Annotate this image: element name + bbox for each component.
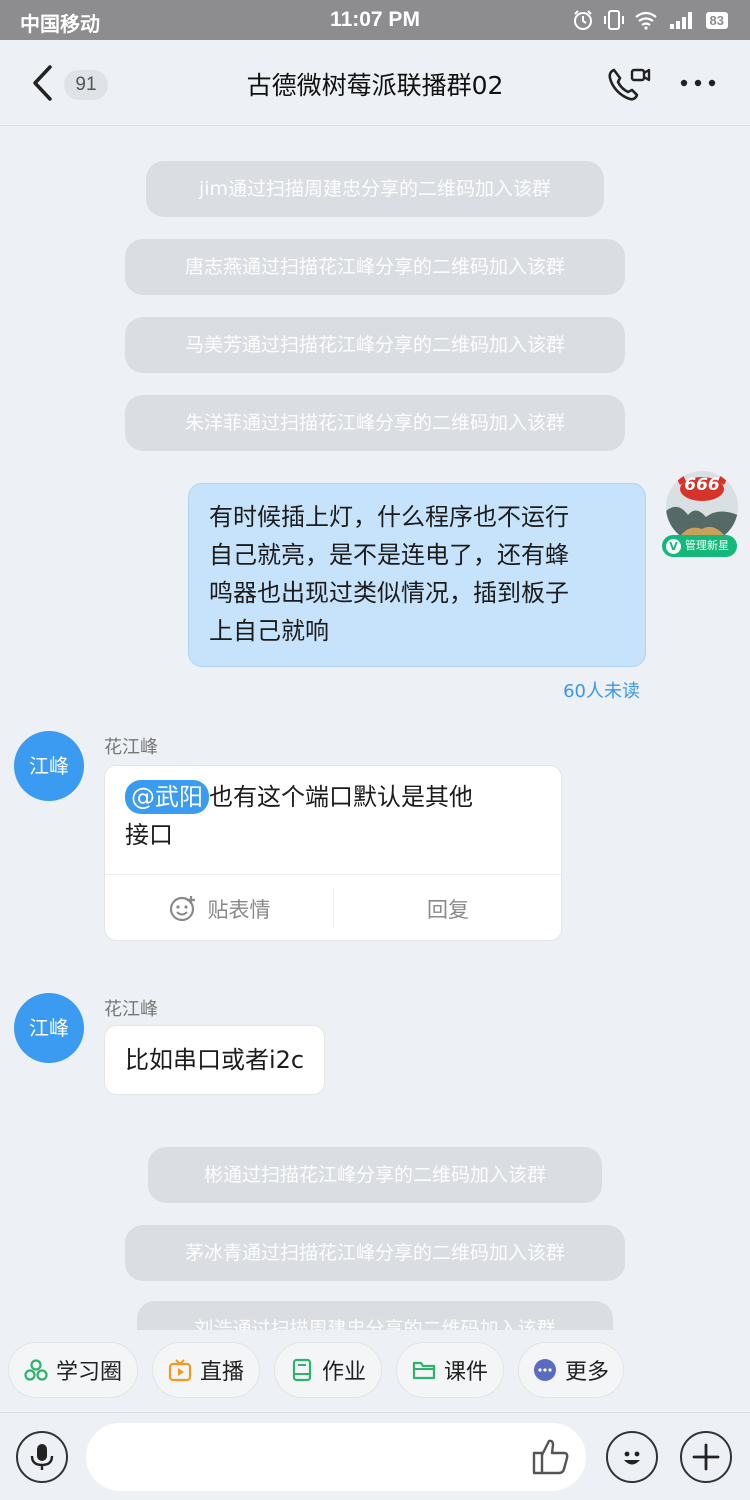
folder-icon (412, 1361, 436, 1380)
message-text-part: 也有这个端口默认是其他 (209, 783, 473, 811)
my-message-bubble[interactable]: 有时候插上灯，什么程序也不运行 自己就亮，是不是连电了，还有蜂 鸣器也出现过类似… (188, 483, 646, 667)
avatar-badge-text: 666 (684, 475, 720, 495)
system-message: 马美芳通过扫描花江峰分享的二维码加入该群 (125, 317, 625, 373)
quick-action-label: 直播 (199, 1360, 244, 1385)
emoji-icon (624, 1451, 640, 1465)
back-unread-count[interactable]: 91 (64, 70, 108, 100)
vip-badge: V 管理新星 (662, 535, 737, 557)
add-attachment-button[interactable] (680, 1431, 732, 1483)
system-message: 刘浩通过扫描周建忠分享的二维码加入该群 (137, 1301, 613, 1330)
message-bubble[interactable]: 比如串口或者i2c (104, 1025, 326, 1095)
vip-letter: V (666, 538, 681, 554)
plus-icon (692, 1443, 720, 1471)
live-tv-icon (168, 1359, 192, 1382)
message-text-part: 接口 (125, 821, 173, 849)
more-actions-button[interactable]: 更多 (518, 1342, 624, 1398)
homework-icon (292, 1358, 312, 1382)
courseware-button[interactable]: 课件 (396, 1342, 504, 1398)
unread-readers-count[interactable]: 60人未读 (500, 677, 640, 703)
more-icon[interactable] (678, 70, 718, 96)
add-sticker-button[interactable]: 贴表情 (105, 875, 333, 942)
emoji-plus-icon (169, 895, 195, 921)
message-card[interactable]: @武阳 也有这个端口默认是其他 接口 贴表情 回复 (104, 765, 562, 941)
sender-avatar[interactable]: 江峰 (14, 993, 84, 1063)
battery-icon: 83 (705, 11, 728, 29)
alarm-icon (573, 10, 592, 30)
thumbs-up-icon[interactable] (528, 1433, 574, 1479)
chat-message-list[interactable]: jim通过扫描周建忠分享的二维码加入该群 唐志燕通过扫描花江峰分享的二维码加入该… (0, 127, 750, 1330)
quick-action-label: 作业 (321, 1360, 366, 1385)
vibrate-icon (603, 10, 624, 30)
input-bar (0, 1412, 750, 1500)
message-input[interactable] (86, 1423, 586, 1491)
more-dots-icon (533, 1359, 556, 1381)
message-line: 鸣器也出现过类似情况，插到板子 (209, 579, 569, 607)
message-line: 自己就亮，是不是连电了，还有蜂 (209, 541, 569, 569)
live-button[interactable]: 直播 (152, 1342, 260, 1398)
status-icons: 83 (572, 9, 728, 31)
reply-label: 回复 (427, 897, 469, 922)
sender-avatar[interactable]: 江峰 (14, 731, 84, 801)
quick-action-bar: 学习圈 直播 作业 课件 更多 (0, 1334, 750, 1410)
voice-button[interactable] (16, 1431, 68, 1483)
mention-tag[interactable]: @武阳 (125, 780, 209, 814)
reply-button[interactable]: 回复 (334, 875, 562, 942)
sender-name: 花江峰 (104, 999, 158, 1020)
message-line: 上自己就响 (209, 617, 329, 645)
video-call-icon[interactable] (606, 64, 652, 104)
system-message: jim通过扫描周建忠分享的二维码加入该群 (146, 161, 604, 217)
signal-icon (669, 12, 692, 29)
status-bar: 中国移动 11:07 PM 83 (0, 0, 750, 40)
message-line: 有时候插上灯，什么程序也不运行 (209, 503, 569, 531)
study-circle-icon (24, 1359, 48, 1381)
chat-header: 91 古德微树莓派联播群02 (0, 40, 750, 126)
system-message: 唐志燕通过扫描花江峰分享的二维码加入该群 (125, 239, 625, 295)
system-message: 彬通过扫描花江峰分享的二维码加入该群 (148, 1147, 602, 1203)
vip-badge-label: 管理新星 (685, 539, 729, 552)
system-message: 朱洋菲通过扫描花江峰分享的二维码加入该群 (125, 395, 625, 451)
study-circle-button[interactable]: 学习圈 (8, 1342, 138, 1398)
sender-name: 花江峰 (104, 737, 158, 758)
homework-button[interactable]: 作业 (274, 1342, 382, 1398)
back-icon[interactable] (28, 64, 58, 102)
quick-action-label: 学习圈 (55, 1360, 122, 1385)
quick-action-label: 更多 (564, 1360, 609, 1385)
system-message: 茅冰青通过扫描花江峰分享的二维码加入该群 (125, 1225, 625, 1281)
quick-action-label: 课件 (443, 1360, 488, 1385)
my-avatar[interactable]: 666 (666, 471, 738, 543)
emoji-button[interactable] (606, 1431, 658, 1483)
sticker-label: 贴表情 (207, 897, 271, 922)
microphone-icon (30, 1444, 54, 1470)
group-title: 古德微树莓派联播群02 (246, 71, 504, 100)
wifi-icon (634, 11, 657, 30)
message-text: @武阳 也有这个端口默认是其他 接口 (125, 778, 545, 854)
